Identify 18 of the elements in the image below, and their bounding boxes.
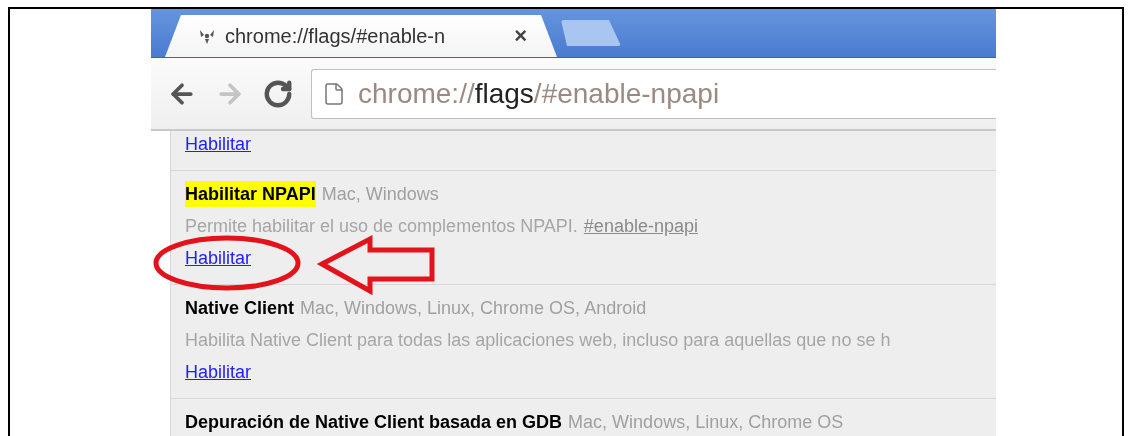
address-field[interactable]: chrome://flags/#enable-npapi [311,68,996,119]
enable-link[interactable]: Habilitar [185,362,252,382]
flag-platforms: Mac, Windows, Linux, Chrome OS, Android [300,297,647,320]
flag-platforms: Mac, Windows, Linux, Chrome OS [568,411,844,434]
close-button[interactable]: × [514,25,527,47]
flag-title: Habilitar NPAPI [185,181,316,207]
flag-description: Permite habilitar el uso de complementos NPAPI. [185,215,578,238]
browser-tab[interactable]: chrome://flags/#enable-n × [165,15,557,57]
url-text: chrome://flags/#enable-npapi [358,76,720,111]
page-icon [322,81,346,106]
flag-title: Native Client [185,297,295,320]
enable-link[interactable]: Habilitar [185,248,252,268]
enable-link[interactable]: Habilitar [185,134,252,154]
reload-button[interactable] [263,78,293,109]
flag-platforms: Mac, Windows [321,183,439,206]
flag-title: Depuración de Native Client basada en GDB [185,411,563,434]
tab-title: chrome://flags/#enable-n [225,24,447,49]
flag-description: Habilita Native Client para todas las aplicaciones web, incluso para aquellas que no se h [185,329,891,352]
